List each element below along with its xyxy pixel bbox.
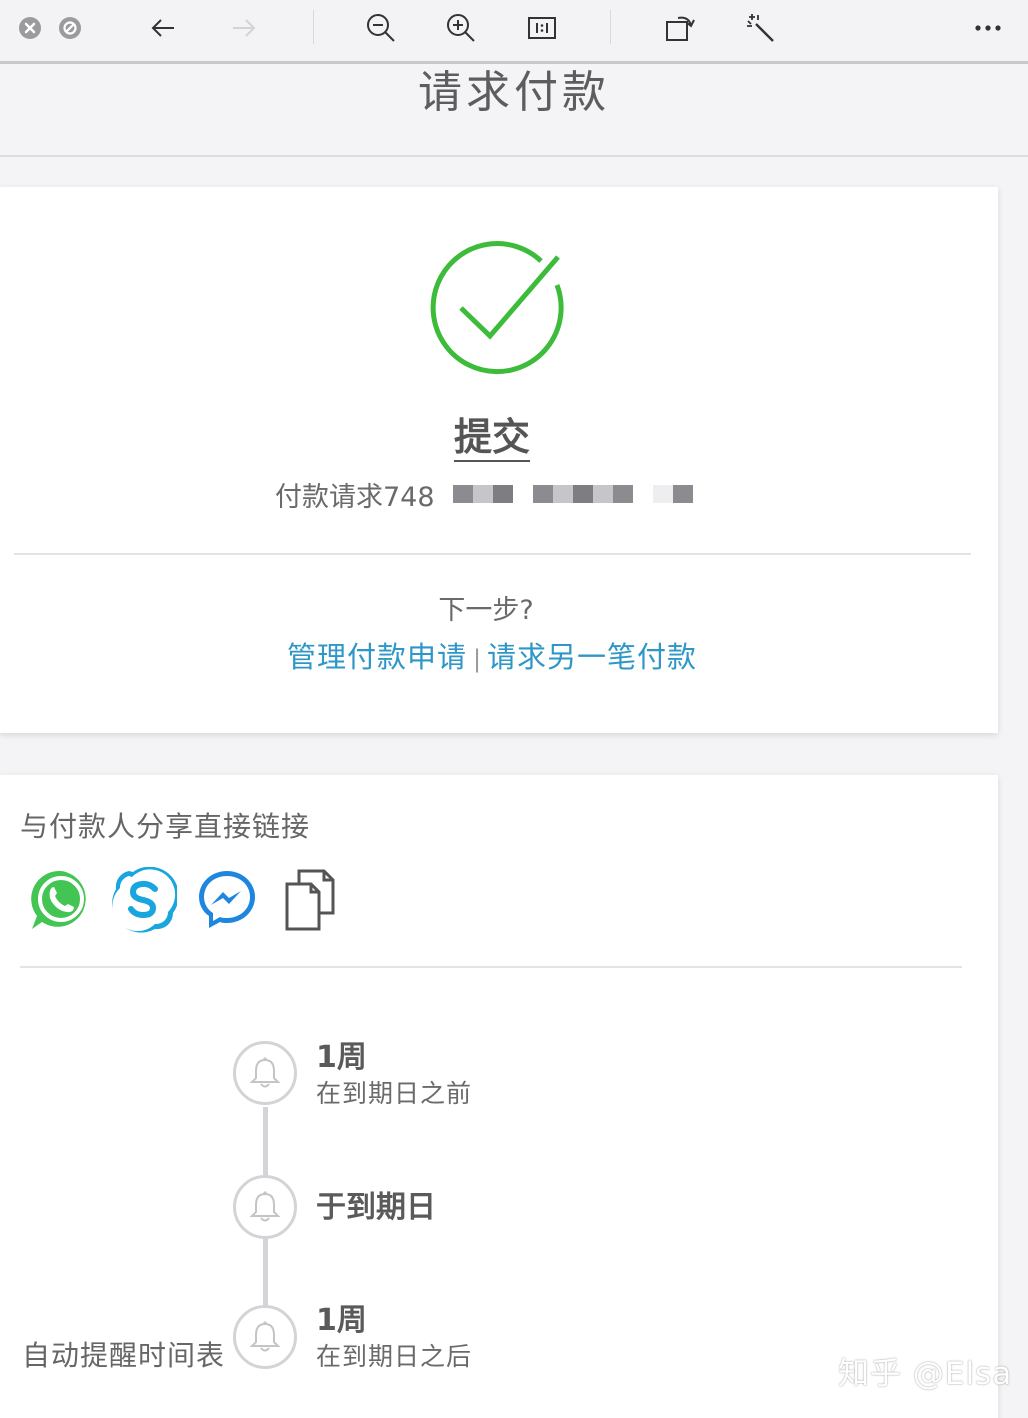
watermark: 知乎 @Elsa <box>838 1356 1013 1392</box>
section-divider <box>20 966 962 968</box>
zoom-in-icon[interactable] <box>441 8 481 48</box>
section-divider <box>14 553 971 555</box>
timeline-connector <box>263 1107 268 1175</box>
viewer-toolbar <box>0 0 1028 64</box>
submitted-title-text: 提交 <box>453 415 530 462</box>
next-step-label: 下一步? <box>438 595 534 626</box>
bell-icon <box>249 1191 281 1222</box>
share-title: 与付款人分享直接链接 <box>20 810 311 843</box>
share-card: 与付款人分享直接链接 1周 在到期日之前 于到期日 1周 在到期日之后 自动提醒… <box>0 775 998 1418</box>
skype-icon[interactable] <box>111 866 179 933</box>
page-title: 请求付款 <box>418 67 610 118</box>
close-tab-icon[interactable] <box>10 8 50 48</box>
more-icon[interactable] <box>968 8 1008 48</box>
submitted-title: 提交 <box>0 413 984 462</box>
whatsapp-icon[interactable] <box>28 867 94 933</box>
actual-size-icon[interactable] <box>522 8 562 48</box>
zoom-out-icon[interactable] <box>361 8 401 48</box>
forward-arrow-icon[interactable] <box>224 8 264 48</box>
rotate-icon[interactable] <box>660 8 700 48</box>
success-check-icon <box>424 237 564 377</box>
request-number: 付款请求748 <box>275 481 435 513</box>
stop-icon[interactable] <box>50 8 90 48</box>
next-step-links: 管理付款申请 | 请求另一笔付款 <box>0 637 984 679</box>
page-header: 请求付款 <box>0 67 1028 157</box>
link-separator: | <box>472 645 482 673</box>
redacted-request-id <box>452 485 693 503</box>
reminder-3-detail: 在到期日之后 <box>316 1342 473 1371</box>
reminder-bell-3 <box>233 1305 297 1369</box>
reminder-1-timing: 1周 <box>316 1040 367 1075</box>
reminder-3-timing: 1周 <box>316 1303 367 1338</box>
back-arrow-icon[interactable] <box>143 8 183 48</box>
reminder-schedule-label: 自动提醒时间表 <box>22 1339 226 1372</box>
reminder-2-timing: 于到期日 <box>316 1190 436 1225</box>
messenger-icon[interactable] <box>194 867 260 933</box>
bell-icon <box>249 1321 281 1352</box>
toolbar-separator <box>313 10 314 44</box>
copy-icon[interactable] <box>277 867 343 933</box>
bell-icon <box>249 1057 281 1088</box>
enhance-wand-icon[interactable] <box>740 8 780 48</box>
reminder-bell-2 <box>233 1175 297 1239</box>
request-another-link[interactable]: 请求另一笔付款 <box>487 640 697 674</box>
request-status-card: 提交 付款请求748 下一步? 管理付款申请 | 请求另一笔付款 <box>0 187 998 733</box>
request-number-line: 付款请求748 <box>275 477 693 513</box>
manage-requests-link[interactable]: 管理付款申请 <box>287 640 467 674</box>
toolbar-separator <box>610 10 611 44</box>
timeline-connector <box>263 1239 268 1305</box>
reminder-1-detail: 在到期日之前 <box>316 1079 473 1108</box>
reminder-bell-1 <box>233 1041 297 1105</box>
